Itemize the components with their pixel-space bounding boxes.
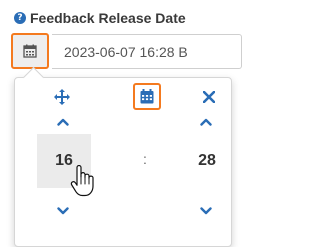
field-label: Feedback Release Date — [30, 10, 186, 26]
chevron-up-icon — [57, 118, 69, 126]
hand-cursor-icon — [70, 164, 96, 197]
calendar-icon — [23, 44, 37, 58]
move-button[interactable] — [52, 87, 72, 107]
calendar-toggle-button[interactable] — [133, 83, 161, 110]
chevron-down-icon — [200, 207, 212, 215]
close-button[interactable] — [199, 87, 219, 107]
decrement-minutes-button[interactable] — [195, 203, 217, 219]
increment-hours-button[interactable] — [52, 114, 74, 130]
minutes-value[interactable]: 28 — [180, 134, 234, 188]
calendar-icon — [140, 89, 154, 104]
chevron-up-icon — [200, 118, 212, 126]
calendar-button[interactable] — [11, 33, 49, 69]
question-circle-icon[interactable]: ? — [14, 12, 26, 24]
decrement-hours-button[interactable] — [52, 203, 74, 219]
chevron-down-icon — [57, 207, 69, 215]
time-separator: : — [143, 151, 147, 167]
date-input[interactable] — [52, 34, 242, 69]
close-icon — [203, 91, 215, 103]
increment-minutes-button[interactable] — [195, 114, 217, 130]
move-arrows-icon — [54, 89, 70, 105]
